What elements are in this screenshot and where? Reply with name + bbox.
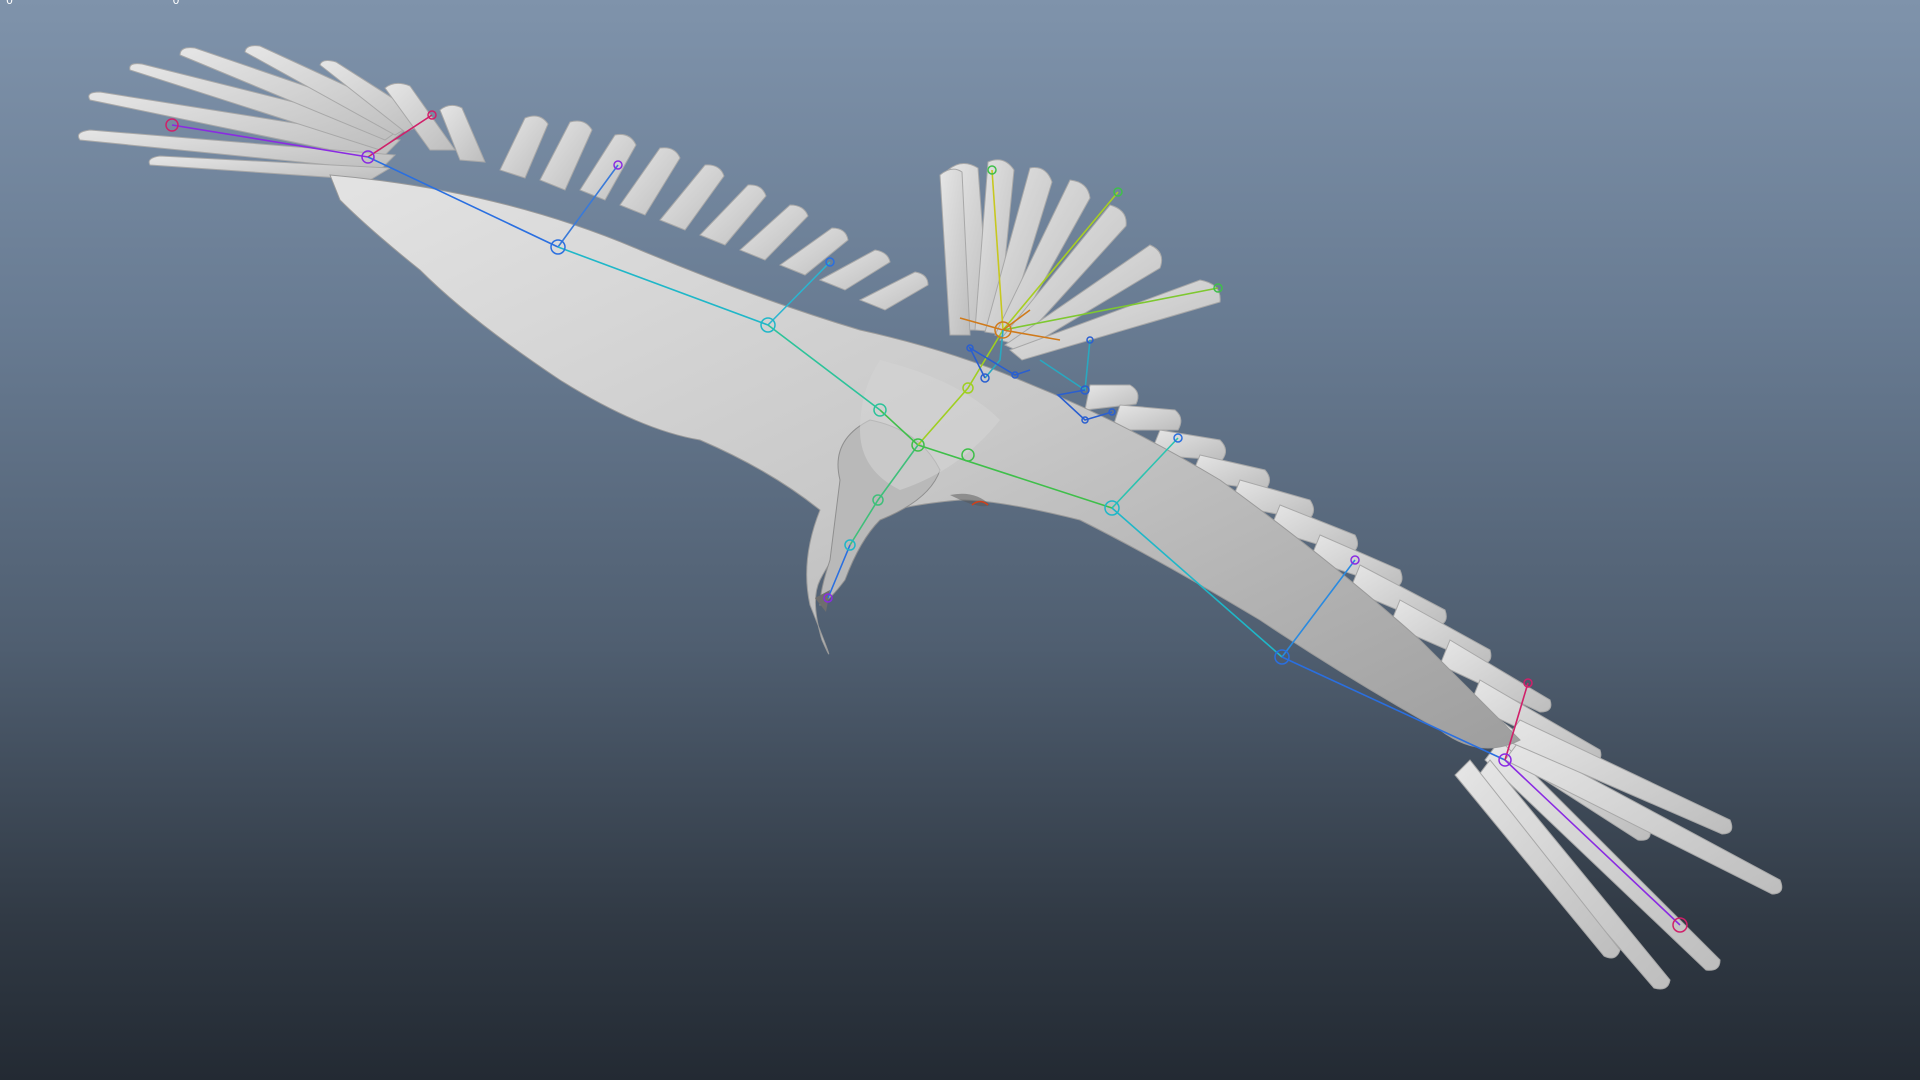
secondary-feather xyxy=(778,227,849,276)
secondary-feather xyxy=(818,249,891,291)
bird-rig-scene[interactable] xyxy=(0,0,1920,1080)
tail-feathers[interactable] xyxy=(939,159,1221,361)
secondary-feather xyxy=(579,134,637,201)
secondary-feather xyxy=(858,271,929,311)
secondary-feather xyxy=(539,120,593,191)
secondary-feather xyxy=(439,104,486,163)
3d-viewport[interactable]: 0 0 xyxy=(0,0,1920,1080)
bird-body-mesh[interactable] xyxy=(329,174,1521,749)
secondary-feather xyxy=(499,115,549,179)
